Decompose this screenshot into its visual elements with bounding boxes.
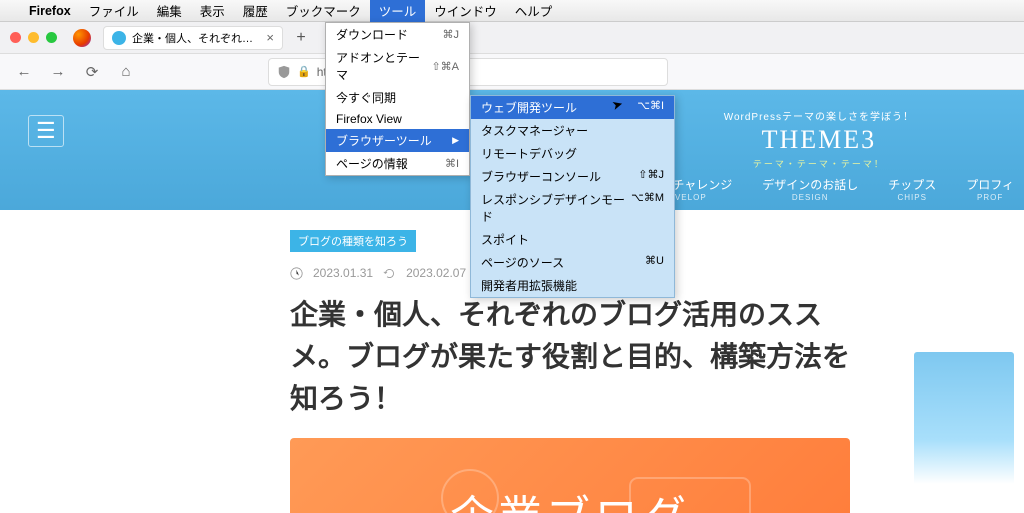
sub-task-manager[interactable]: タスクマネージャー [471, 119, 674, 142]
browser-tab[interactable]: 企業・個人、それぞれのブログ活 × [103, 26, 283, 50]
forward-button[interactable]: → [46, 60, 70, 84]
sidebar-advertisement[interactable] [914, 352, 1014, 513]
lock-icon: 🔒 [297, 65, 311, 78]
sub-eyedropper[interactable]: スポイト [471, 228, 674, 251]
nav-profile[interactable]: プロフィPROF [966, 176, 1014, 202]
nav-design[interactable]: デザインのお話しDESIGN [762, 176, 858, 202]
menu-tools[interactable]: ツール [370, 0, 426, 22]
tab-close-icon[interactable]: × [266, 30, 274, 45]
app-name[interactable]: Firefox [20, 0, 80, 22]
menu-history[interactable]: 履歴 [234, 0, 277, 22]
firefox-icon [73, 29, 91, 47]
illustration-icon [290, 438, 850, 513]
shield-icon [277, 65, 291, 79]
sub-responsive[interactable]: レスポンシブデザインモード⌥⌘M [471, 188, 674, 228]
tab-title: 企業・個人、それぞれのブログ活 [132, 30, 260, 46]
site-tagline: WordPressテーマの楽しさを学ぼう！ [724, 108, 914, 123]
dd-firefoxview[interactable]: Firefox View [326, 109, 469, 129]
sub-browser-console[interactable]: ブラウザーコンソール⇧⌘J [471, 165, 674, 188]
site-title[interactable]: THEME3 [724, 125, 914, 155]
chevron-right-icon: ▶ [452, 135, 459, 146]
menu-file[interactable]: ファイル [80, 0, 148, 22]
clock-icon [290, 267, 303, 280]
hamburger-icon[interactable]: ☰ [28, 115, 64, 147]
maximize-window-button[interactable] [46, 32, 57, 43]
refresh-icon [383, 267, 396, 280]
menu-bookmarks[interactable]: ブックマーク [277, 0, 370, 22]
new-tab-button[interactable]: + [289, 26, 313, 50]
tab-favicon-icon [112, 31, 126, 45]
back-button[interactable]: ← [12, 60, 36, 84]
dd-downloads[interactable]: ダウンロード⌘J [326, 23, 469, 46]
menu-window[interactable]: ウインドウ [425, 0, 506, 22]
macos-menubar: Firefox ファイル 編集 表示 履歴 ブックマーク ツール ウインドウ ヘ… [0, 0, 1024, 22]
dd-addons[interactable]: アドオンとテーマ⇧⌘A [326, 46, 469, 86]
article-hero-image: 企業ブログ [290, 438, 850, 513]
browser-tools-submenu: ウェブ開発ツール⌥⌘I タスクマネージャー リモートデバッグ ブラウザーコンソー… [470, 95, 675, 298]
menu-view[interactable]: 表示 [191, 0, 234, 22]
date-updated: 2023.02.07 [406, 266, 466, 280]
date-created: 2023.01.31 [313, 266, 373, 280]
tab-bar: 企業・個人、それぞれのブログ活 × + [0, 22, 1024, 54]
sub-web-dev-tools[interactable]: ウェブ開発ツール⌥⌘I [471, 96, 674, 119]
home-button[interactable]: ⌂ [114, 60, 138, 84]
sub-dev-extensions[interactable]: 開発者用拡張機能 [471, 274, 674, 297]
menu-edit[interactable]: 編集 [148, 0, 191, 22]
reload-button[interactable]: ⟳ [80, 60, 104, 84]
article-title: 企業・個人、それぞれのブログ活用のススメ。ブログが果たす役割と目的、構築方法を知… [290, 294, 850, 420]
sub-page-source[interactable]: ページのソース⌘U [471, 251, 674, 274]
sub-remote-debug[interactable]: リモートデバッグ [471, 142, 674, 165]
window-controls [10, 32, 57, 43]
browser-toolbar: ← → ⟳ ⌂ 🔒 https://www ing/ [0, 54, 1024, 90]
menu-help[interactable]: ヘルプ [506, 0, 562, 22]
close-window-button[interactable] [10, 32, 21, 43]
dd-browser-tools[interactable]: ブラウザーツール▶ [326, 129, 469, 152]
site-subtitle: テーマ・テーマ・テーマ！ [724, 157, 914, 170]
category-badge[interactable]: ブログの種類を知ろう [290, 230, 416, 252]
nav-chips[interactable]: チップスCHIPS [888, 176, 936, 202]
dd-page-info[interactable]: ページの情報⌘I [326, 152, 469, 175]
minimize-window-button[interactable] [28, 32, 39, 43]
dd-sync[interactable]: 今すぐ同期 [326, 86, 469, 109]
tools-dropdown: ダウンロード⌘J アドオンとテーマ⇧⌘A 今すぐ同期 Firefox View … [325, 22, 470, 176]
